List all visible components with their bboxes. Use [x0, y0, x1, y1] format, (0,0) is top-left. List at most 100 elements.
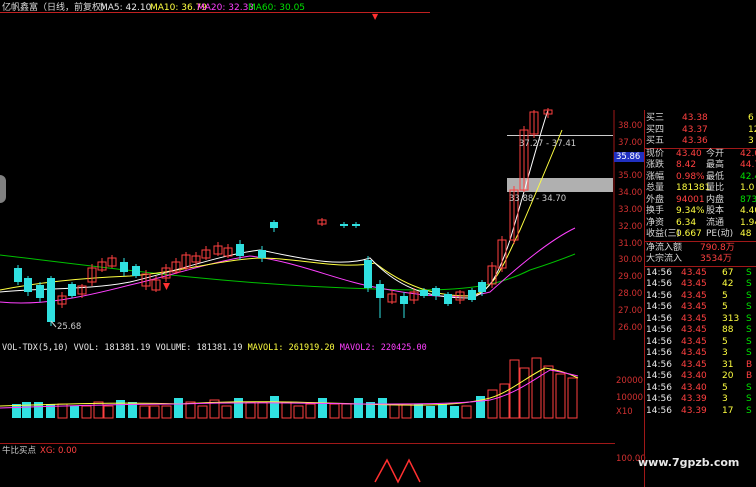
- volume-bar: [81, 405, 92, 419]
- volume-bar: [499, 383, 510, 419]
- tick-vol: 67: [722, 267, 734, 278]
- volume-bar: [103, 405, 114, 419]
- tick-price: 43.39: [681, 394, 707, 404]
- price-tick: 33.00: [618, 205, 643, 215]
- tick-vol: 3: [722, 348, 728, 358]
- tick-vol: 5: [722, 290, 728, 301]
- volume-bar: [531, 357, 542, 419]
- volume-bar: [149, 405, 160, 419]
- tick-vol: 88: [722, 325, 734, 335]
- range-label-2: 33.88 - 34.70: [509, 194, 567, 204]
- candlestick-chart[interactable]: [0, 0, 615, 340]
- candle-body: [236, 244, 244, 256]
- tick-time: 14:56: [646, 290, 672, 301]
- tick-vol: 20: [722, 371, 734, 381]
- tick-price: 43.45: [681, 267, 707, 278]
- candle-body: [340, 224, 348, 226]
- tick-vol: 5: [722, 302, 728, 312]
- tick-dir: S: [746, 394, 752, 404]
- price-tick: 31.00: [618, 238, 643, 249]
- order-price: 43.36: [682, 136, 708, 146]
- candle-body: [352, 224, 360, 226]
- quote-value: 48: [740, 229, 752, 239]
- tick-price: 43.39: [681, 405, 707, 416]
- tick-time: 14:56: [646, 336, 672, 347]
- volume-bar: [234, 398, 243, 418]
- price-tick: 32.00: [618, 221, 643, 232]
- tick-dir: S: [746, 405, 752, 416]
- indicator-chart: [374, 458, 421, 484]
- volume-bar: [318, 398, 327, 418]
- tick-time: 14:56: [646, 405, 672, 416]
- volume-indicator-header: VOL-TDX(5,10) VVOL: 181381.19 VOLUME: 18…: [2, 343, 427, 353]
- price-tick: 35.00: [618, 171, 643, 182]
- volume-bar: [185, 401, 196, 419]
- tick-dir: S: [746, 302, 752, 312]
- tick-time: 14:56: [646, 313, 672, 324]
- quote-label: 今开: [706, 148, 725, 159]
- candle-body: [68, 284, 76, 296]
- fund-value: 790.8万: [700, 242, 735, 253]
- price-tick: 28.00: [618, 289, 643, 299]
- tick-dir: S: [746, 313, 752, 324]
- order-vol: 3: [748, 136, 754, 146]
- volume-bar: [341, 403, 352, 419]
- volume-bar: [270, 396, 279, 418]
- quote-label: 总量: [646, 183, 665, 193]
- candle-body: [47, 278, 55, 322]
- quote-label: 现价: [646, 148, 665, 159]
- quote-value: 42.0: [740, 148, 756, 159]
- volume-bar: [487, 389, 498, 419]
- fund-label: 大宗流入: [646, 254, 683, 264]
- volume-bar: [414, 404, 423, 418]
- candle-body: [120, 262, 128, 272]
- volume-bar: [70, 406, 79, 418]
- quote-value: 1.94: [740, 217, 756, 228]
- tick-price: 43.45: [681, 313, 707, 324]
- tick-dir: S: [746, 336, 752, 347]
- volume-bar: [257, 401, 268, 419]
- tick-time: 14:56: [646, 267, 672, 278]
- quote-label: 股本: [706, 206, 725, 216]
- candle-body: [36, 285, 44, 298]
- candle-body: [420, 290, 428, 296]
- candle-body: [364, 260, 372, 288]
- candle-body: [270, 222, 278, 228]
- quote-value: 0.667: [676, 229, 702, 239]
- volume-bar: [519, 367, 530, 419]
- quote-value: 8.42: [676, 160, 697, 170]
- candle-body: [468, 290, 476, 300]
- quote-value: 94001: [676, 194, 705, 205]
- ma5-line: [0, 109, 549, 299]
- quote-value: 9.34%: [676, 206, 705, 216]
- volume-bar: [197, 405, 208, 419]
- tick-dir: S: [746, 279, 752, 289]
- tick-time: 14:56: [646, 325, 672, 335]
- quote-label: 内盘: [706, 194, 725, 205]
- low-price-label: 25.68: [57, 322, 82, 332]
- tick-dir: B: [746, 359, 753, 370]
- tick-vol: 31: [722, 359, 734, 370]
- vol-tick-10000: 10000: [616, 393, 644, 403]
- fund-value: 3534万: [700, 254, 732, 264]
- tick-price: 43.40: [681, 382, 707, 393]
- buy-arrow-icon: [163, 283, 170, 290]
- volume-bar: [354, 398, 363, 418]
- volume-bar: [543, 365, 554, 419]
- order-price: 43.37: [682, 124, 708, 135]
- quote-value: 4.40: [740, 206, 756, 216]
- volume-bar: [221, 405, 232, 419]
- scroll-left-button[interactable]: [0, 175, 6, 203]
- quote-value: 42.4: [740, 171, 756, 182]
- tick-price: 43.45: [681, 279, 707, 289]
- tick-price: 43.45: [681, 325, 707, 335]
- stock-chart-window: 亿帆鑫富（日线，前复权） MA5: 42.10 MA10: 36.79 MA20…: [0, 0, 756, 487]
- vol-unit: X10: [616, 407, 633, 417]
- candle-body: [132, 266, 140, 276]
- tick-time: 14:56: [646, 394, 672, 404]
- tick-price: 43.40: [681, 371, 707, 381]
- quote-label: 净资: [646, 217, 665, 228]
- vol-tick-20000: 20000: [616, 376, 644, 386]
- quote-value: 6.34: [676, 217, 697, 228]
- candle-body: [24, 278, 32, 292]
